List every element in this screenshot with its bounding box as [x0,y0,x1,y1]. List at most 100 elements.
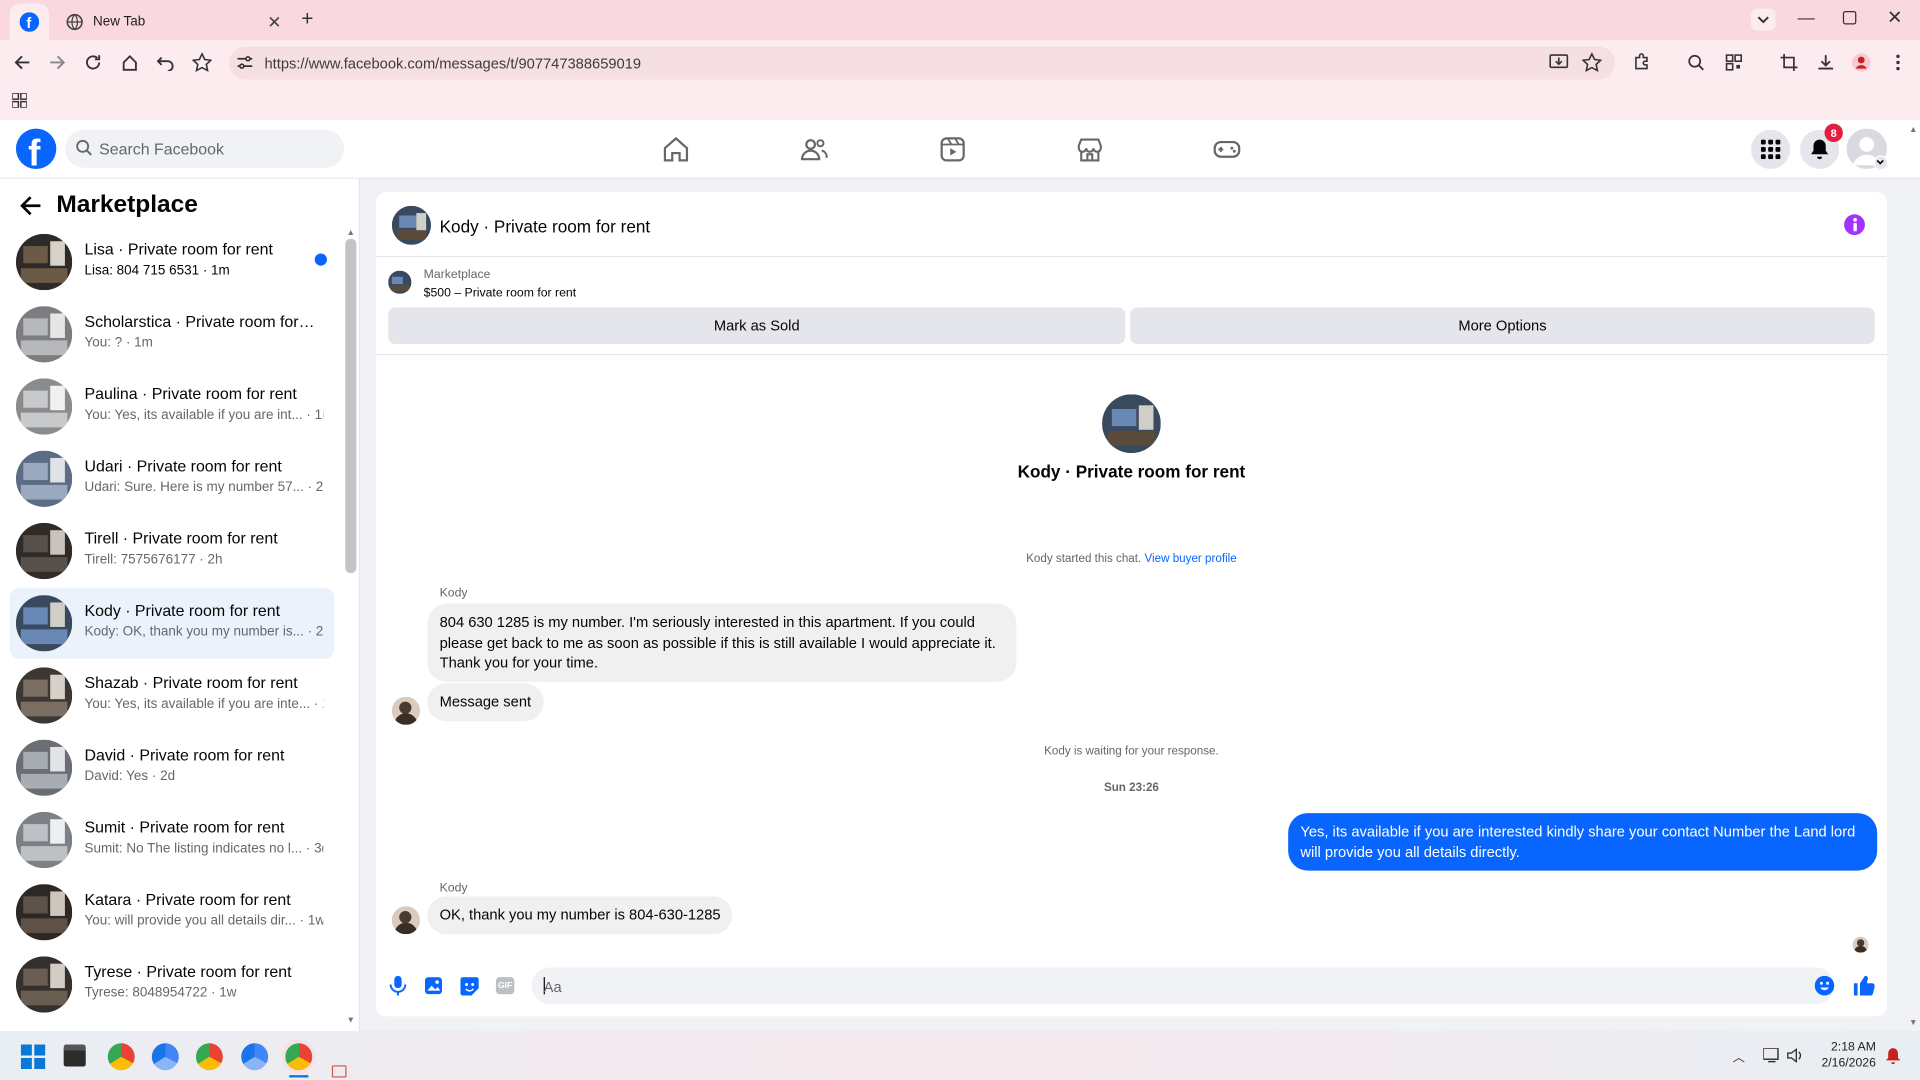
conversation-item[interactable]: Lisa · Private room for rent Lisa: 804 71… [10,227,334,298]
chat-title[interactable]: Kody · Private room for rent [440,217,651,237]
search-icon [76,139,92,156]
sender-avatar[interactable] [391,696,421,725]
video-nav-icon[interactable] [938,135,967,164]
conversation-preview: Lisa: 804 715 6531 · 1m [84,263,230,278]
restore-button[interactable] [1842,11,1857,25]
conversation-item[interactable]: Shazab · Private room for rent You: Yes, … [10,660,334,731]
back-arrow-icon[interactable] [20,195,42,217]
conversation-preview: You: ? · 1m [84,335,153,351]
conversation-avatar [15,233,73,291]
chrome-profile-2-icon[interactable] [195,1043,223,1071]
my-message-bubble[interactable]: Yes, its available if you are interested… [1288,813,1878,871]
conversation-item[interactable]: Paulina · Private room for rent You: Yes,… [10,371,334,442]
bookmark-star-icon[interactable] [191,51,213,73]
page-scroll-down-icon[interactable]: ▼ [1909,1019,1917,1028]
conversation-item[interactable]: Katara · Private room for rent You: will … [10,877,334,948]
friends-nav-icon[interactable] [800,135,829,164]
snipping-tool-icon[interactable] [331,1065,347,1078]
menu-grid-button[interactable] [1751,129,1791,169]
emoji-icon[interactable] [1814,975,1835,996]
scroll-up-arrow-icon[interactable]: ▲ [347,229,355,238]
home-icon[interactable] [119,51,141,73]
view-buyer-profile-link[interactable]: View buyer profile [1144,552,1236,565]
file-manager-icon[interactable] [63,1044,86,1067]
sidebar-scrollbar[interactable] [345,238,357,574]
like-thumbs-up-icon[interactable] [1853,975,1875,997]
sender-name: Kody [439,881,468,896]
conversation-item[interactable]: Udari · Private room for rent Udari: Sure… [10,443,334,514]
facebook-logo[interactable]: f [15,128,57,169]
home-nav-icon[interactable] [661,135,690,164]
mark-as-sold-button[interactable]: Mark as Sold [388,307,1126,345]
message-bubble[interactable]: 804 630 1285 is my number. I'm seriously… [427,603,1017,682]
crop-icon[interactable] [1778,51,1800,73]
more-menu-icon[interactable] [1887,51,1909,73]
conversation-item[interactable]: Kody · Private room for rent Kody: OK, th… [9,587,335,659]
chrome-active-icon[interactable] [285,1043,313,1071]
listing-thumbnail[interactable] [388,270,412,294]
chat-header-avatar[interactable] [391,205,432,245]
undo-icon[interactable] [154,51,176,73]
volume-icon[interactable] [1787,1048,1804,1063]
download-icon[interactable] [1815,51,1837,73]
gif-icon[interactable]: GIF [495,977,515,995]
apps-grid-icon[interactable] [9,89,31,111]
conversation-item[interactable]: Tyrese · Private room for rent Tyrese: 80… [10,949,334,1020]
chrome-profile-icon[interactable] [151,1043,179,1071]
close-window-button[interactable]: ✕ [1887,6,1902,28]
message-input-placeholder: Aa [543,978,562,996]
marketplace-label: Marketplace [423,268,491,282]
conversation-item[interactable]: Tirell · Private room for rent Tirell: 75… [10,516,334,587]
contact-large-avatar[interactable] [1102,394,1161,454]
info-icon[interactable] [1844,214,1865,236]
sticker-icon[interactable] [460,977,479,996]
forward-icon[interactable] [47,51,69,73]
tab-search-button[interactable] [1751,8,1776,31]
marketplace-nav-icon[interactable] [1075,135,1104,164]
more-options-button[interactable]: More Options [1130,307,1875,345]
message-bubble[interactable]: Message sent [427,683,544,721]
show-hidden-icons[interactable]: ︿ [1733,1047,1745,1065]
site-settings-icon[interactable] [234,51,256,73]
windows-start-icon[interactable] [20,1044,46,1069]
gaming-nav-icon[interactable] [1212,135,1241,164]
chrome-profile-3-icon[interactable] [241,1043,269,1071]
extensions-icon[interactable] [1631,51,1653,73]
photo-icon[interactable] [424,977,443,995]
svg-text:f: f [28,132,41,169]
new-tab-button[interactable]: + [301,7,313,31]
star-icon[interactable] [1581,51,1603,73]
zoom-icon[interactable] [1685,51,1707,73]
scroll-down-arrow-icon[interactable]: ▼ [347,1016,355,1025]
tab-facebook[interactable]: f [9,3,49,41]
close-tab-icon[interactable]: ✕ [267,12,281,33]
facebook-favicon-icon: f [19,12,40,32]
profile-icon[interactable] [1850,51,1872,73]
minimize-button[interactable]: — [1798,7,1815,27]
conversation-avatar [15,811,73,869]
install-app-icon[interactable] [1548,51,1570,73]
microphone-icon[interactable] [389,975,407,996]
conversation-avatar [15,884,73,941]
message-bubble[interactable]: OK, thank you my number is 804-630-1285 [427,896,733,934]
sender-avatar[interactable] [391,906,421,935]
conversation-item[interactable]: Scholarstica · Private room for r... You:… [10,299,334,370]
message-input[interactable] [531,967,1835,1005]
account-chevron-icon[interactable] [1873,155,1889,171]
url-text[interactable]: https://www.facebook.com/messages/t/9077… [264,55,641,72]
conversation-item[interactable]: Sumit · Private room for rent Sumit: No T… [10,804,334,875]
listing-title[interactable]: $500 – Private room for rent [424,287,576,300]
qr-code-icon[interactable] [1723,51,1745,73]
reload-icon[interactable] [82,51,104,73]
conversation-name: Sumit · Private room for rent [84,817,285,837]
conversation-item[interactable]: David · Private room for rent David: Yes … [10,732,334,803]
chat-panel: Kody · Private room for rent Marketplace… [375,192,1887,1017]
system-clock[interactable]: 2:18 AM 2/16/2026 [1812,1040,1875,1072]
page-scroll-up-icon[interactable]: ▲ [1909,126,1917,135]
back-icon[interactable] [11,51,33,73]
conversation-avatar [15,378,73,435]
notification-bell-icon[interactable] [1885,1047,1901,1065]
network-icon[interactable] [1763,1048,1780,1063]
tab-new-tab[interactable]: New Tab ✕ [54,4,294,41]
chrome-icon[interactable] [107,1043,135,1071]
